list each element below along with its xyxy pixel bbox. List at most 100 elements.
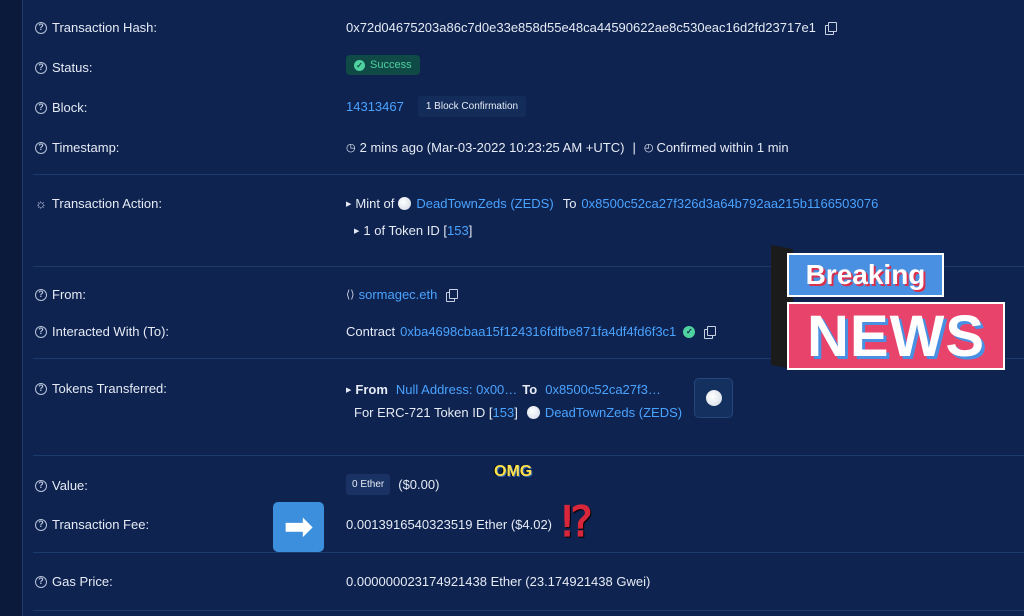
tt-to-label: To: [522, 382, 538, 397]
caret-right-icon: ▶: [346, 386, 352, 394]
timestamp-separator: |: [632, 140, 636, 155]
breaking-sticker: Breaking: [787, 253, 944, 297]
divider: [33, 610, 1024, 611]
nft-thumbnail[interactable]: [694, 378, 733, 418]
help-icon[interactable]: ?: [35, 61, 47, 74]
to-label: To: [562, 196, 577, 211]
from-address-link[interactable]: sormagec.eth: [359, 287, 438, 302]
fee-label-wrap: ? Transaction Fee:: [35, 517, 149, 532]
help-icon[interactable]: ?: [35, 325, 47, 338]
tx-action-label-wrap: ☼ Transaction Action:: [35, 196, 162, 211]
token-logo-icon: [705, 390, 722, 406]
copy-icon[interactable]: [446, 288, 459, 302]
help-icon[interactable]: ?: [35, 382, 47, 395]
copy-icon[interactable]: [824, 21, 837, 35]
tx-action-line2: ▶ 1 of Token ID [ 153 ]: [354, 223, 472, 238]
timestamp-value-wrap: ◷ 2 mins ago (Mar-03-2022 10:23:25 AM +U…: [346, 140, 789, 155]
interacted-label: Interacted With (To):: [52, 324, 170, 339]
status-badge: ✓ Success: [346, 55, 420, 75]
block-value-wrap: 14313467 1 Block Confirmation: [346, 96, 527, 117]
mint-prefix: Mint of: [355, 196, 395, 211]
omg-sticker: OMG: [494, 463, 533, 480]
caret-right-icon: ▶: [354, 227, 360, 235]
block-confirmation-badge: 1 Block Confirmation: [417, 96, 527, 117]
tt-to-link[interactable]: 0x8500c52ca27f3…: [545, 382, 661, 397]
ens-icon: ⟨⟩: [346, 289, 355, 301]
value-label: Value:: [52, 478, 88, 493]
fee-value-wrap: 0.0013916540323519 Ether ($4.02): [346, 517, 552, 532]
from-label: From:: [52, 287, 86, 302]
timestamp-label-wrap: ? Timestamp:: [35, 140, 119, 155]
block-number-link[interactable]: 14313467: [346, 99, 404, 114]
lightbulb-icon: ☼: [35, 196, 47, 211]
tokens-transferred-line2: For ERC-721 Token ID [ 153 ] DeadTownZed…: [354, 405, 682, 420]
interrobang-icon: ⁉: [562, 498, 593, 545]
tx-hash-label-wrap: ? Transaction Hash:: [35, 20, 157, 35]
tokens-transferred-label: Tokens Transferred:: [52, 381, 167, 396]
check-circle-icon: ✓: [354, 59, 365, 71]
tokens-transferred-label-wrap: ? Tokens Transferred:: [35, 381, 167, 396]
contract-address-link[interactable]: 0xba4698cbaa15f124316fdfbe871fa4df4fd6f3…: [400, 324, 676, 339]
tt-from-link[interactable]: Null Address: 0x00…: [396, 382, 517, 397]
gas-value: 0.000000023174921438 Ether (23.174921438…: [346, 574, 651, 589]
fee-value: 0.0013916540323519 Ether ($4.02): [346, 517, 553, 532]
timestamp-label: Timestamp:: [52, 140, 120, 155]
tx-hash-value: 0x72d04675203a86c7d0e33e858d55e48ca44590…: [346, 20, 816, 35]
divider: [33, 552, 1024, 553]
tt-token-id-link[interactable]: 153: [492, 405, 514, 420]
token-id-link[interactable]: 153: [447, 223, 469, 238]
gas-value-wrap: 0.000000023174921438 Ether (23.174921438…: [346, 574, 650, 589]
status-label: Status:: [52, 60, 93, 75]
tt-line2-prefix: For ERC-721 Token ID [: [354, 405, 493, 420]
token-logo-icon: [526, 406, 540, 419]
gas-label: Gas Price:: [52, 574, 113, 589]
divider: [33, 455, 1024, 456]
value-usd: ($0.00): [398, 477, 440, 492]
value-value-wrap: 0 Ether ($0.00): [346, 474, 439, 495]
news-sticker: NEWS: [787, 302, 1005, 370]
arrow-right-icon: ➡: [273, 502, 324, 552]
confirmed-within: Confirmed within 1 min: [656, 140, 789, 155]
to-address-link[interactable]: 0x8500c52ca27f326d3a64b792aa215b11665030…: [581, 196, 878, 211]
help-icon[interactable]: ?: [35, 518, 47, 531]
timer-icon: ◴: [643, 142, 654, 154]
contract-prefix: Contract: [346, 324, 396, 339]
token-logo-icon: [398, 197, 412, 210]
tt-line2-suffix: ]: [514, 405, 518, 420]
from-label-wrap: ? From:: [35, 287, 86, 302]
tx-action-label: Transaction Action:: [51, 196, 162, 211]
timestamp-value: 2 mins ago (Mar-03-2022 10:23:25 AM +UTC…: [359, 140, 625, 155]
help-icon[interactable]: ?: [35, 479, 47, 492]
value-amount-badge: 0 Ether: [346, 474, 391, 495]
clock-icon: ◷: [346, 142, 356, 154]
status-value-wrap: ✓ Success: [346, 55, 420, 75]
status-label-wrap: ? Status:: [35, 60, 92, 75]
token-line-prefix: 1 of Token ID [: [363, 223, 447, 238]
tx-hash-label: Transaction Hash:: [52, 20, 158, 35]
copy-icon[interactable]: [704, 325, 717, 339]
token-line-suffix: ]: [468, 223, 473, 238]
gas-label-wrap: ? Gas Price:: [35, 574, 113, 589]
divider: [33, 174, 1024, 175]
tx-action-line1: ▶ Mint of DeadTownZeds (ZEDS) To 0x8500c…: [346, 196, 878, 211]
tx-hash-value-wrap: 0x72d04675203a86c7d0e33e858d55e48ca44590…: [346, 20, 837, 35]
from-value-wrap: ⟨⟩ sormagec.eth: [346, 287, 459, 302]
help-icon[interactable]: ?: [35, 21, 47, 34]
help-icon[interactable]: ?: [35, 101, 47, 114]
interacted-value-wrap: Contract 0xba4698cbaa15f124316fdfbe871fa…: [346, 324, 717, 339]
token-name-link[interactable]: DeadTownZeds (ZEDS): [416, 196, 553, 211]
help-icon[interactable]: ?: [35, 141, 47, 154]
interacted-label-wrap: ? Interacted With (To):: [35, 324, 169, 339]
tokens-transferred-line1: ▶ From Null Address: 0x00… To 0x8500c52c…: [346, 382, 661, 397]
tt-token-name-link[interactable]: DeadTownZeds (ZEDS): [545, 405, 682, 420]
fee-label: Transaction Fee:: [52, 517, 150, 532]
help-icon[interactable]: ?: [35, 288, 47, 301]
verified-check-icon: ✓: [683, 325, 696, 338]
block-label-wrap: ? Block:: [35, 100, 87, 115]
caret-right-icon: ▶: [346, 200, 352, 208]
help-icon[interactable]: ?: [35, 575, 47, 588]
tt-from-label: From: [355, 382, 388, 397]
value-label-wrap: ? Value:: [35, 478, 88, 493]
status-text: Success: [370, 59, 412, 71]
block-label: Block:: [52, 100, 88, 115]
